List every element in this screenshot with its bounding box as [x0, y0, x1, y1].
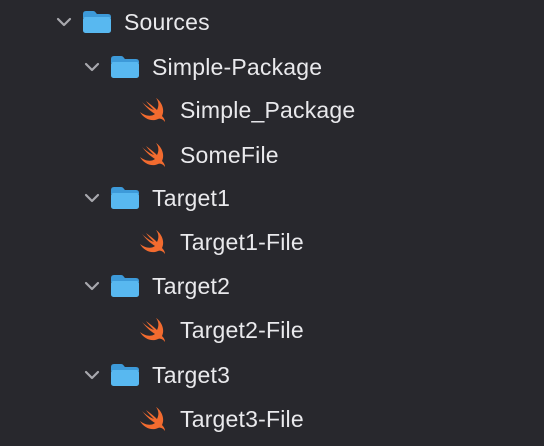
tree-row-label: Simple-Package — [152, 54, 323, 80]
folder-icon — [82, 9, 112, 35]
folder-icon — [110, 185, 140, 211]
swift-file-icon — [138, 228, 168, 256]
tree-row-sources[interactable]: Sources — [0, 2, 544, 42]
tree-row-simple-package[interactable]: Simple-Package — [0, 47, 544, 87]
tree-row-target1[interactable]: Target1 — [0, 178, 544, 218]
swift-file-icon — [138, 316, 168, 344]
chevron-down-icon[interactable] — [80, 363, 104, 387]
folder-icon — [110, 362, 140, 388]
tree-row-label: Target3-File — [180, 406, 304, 432]
folder-icon — [110, 54, 140, 80]
tree-row-label: Target1 — [152, 185, 231, 211]
tree-row-target3[interactable]: Target3 — [0, 355, 544, 395]
swift-file-icon — [138, 96, 168, 124]
chevron-down-icon[interactable] — [80, 274, 104, 298]
tree-row-label: Target2-File — [180, 317, 304, 343]
tree-row-label: Target3 — [152, 362, 231, 388]
chevron-down-icon[interactable] — [80, 186, 104, 210]
chevron-down-icon[interactable] — [52, 10, 76, 34]
tree-row-label: Target2 — [152, 273, 231, 299]
swift-file-icon — [138, 405, 168, 433]
tree-row-target2[interactable]: Target2 — [0, 266, 544, 306]
tree-row-file-target2-file[interactable]: Target2-File — [0, 310, 544, 350]
swift-file-icon — [138, 141, 168, 169]
tree-row-label: SomeFile — [180, 142, 279, 168]
tree-row-label: Target1-File — [180, 229, 304, 255]
tree-row-file-target1-file[interactable]: Target1-File — [0, 222, 544, 262]
tree-row-file-target3-file[interactable]: Target3-File — [0, 399, 544, 439]
tree-row-label: Simple_Package — [180, 97, 356, 123]
project-navigator-tree: Sources Simple-Package Simple_Package So… — [0, 0, 544, 446]
chevron-down-icon[interactable] — [80, 55, 104, 79]
tree-row-file-somefile[interactable]: SomeFile — [0, 135, 544, 175]
tree-row-file-simple-package[interactable]: Simple_Package — [0, 90, 544, 130]
folder-icon — [110, 273, 140, 299]
tree-row-label: Sources — [124, 9, 210, 35]
